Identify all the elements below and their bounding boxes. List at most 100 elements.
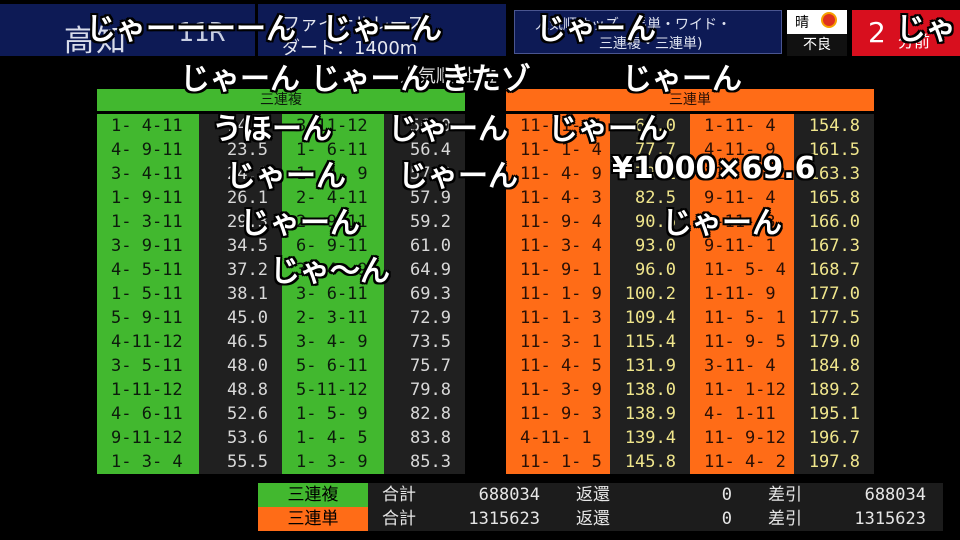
combination-cell: 11- 4- 5	[506, 354, 610, 378]
comment: じゃーん	[548, 112, 668, 147]
footer-diff-label: 差引	[768, 485, 802, 505]
odds-cell: 48.8	[199, 378, 282, 402]
combination-cell: 3- 9-11	[97, 234, 199, 258]
odds-cell: 165.8	[794, 186, 874, 210]
odds-cell: 166.0	[794, 210, 874, 234]
odds-cell: 131.9	[610, 354, 690, 378]
combination-cell: 4- 1-11	[690, 402, 794, 426]
odds-cell: 82.8	[384, 402, 465, 426]
odds-cell: 197.8	[794, 450, 874, 474]
footer-refund-label: 返還	[576, 485, 610, 505]
odds-cell: 83.8	[384, 426, 465, 450]
combination-cell: 11- 4- 9	[506, 162, 610, 186]
combination-cell: 11- 1-12	[690, 378, 794, 402]
comment: じゃ〜ん	[270, 254, 390, 289]
footer-refund-value: 0	[721, 485, 732, 505]
combination-cell: 11- 9- 5	[690, 330, 794, 354]
combination-cell: 1- 5-11	[97, 282, 199, 306]
weather-text: 晴	[795, 15, 809, 31]
combination-cell: 1- 3-11	[97, 210, 199, 234]
footer-refund-label: 返還	[576, 509, 610, 529]
combination-cell: 11- 9- 3	[506, 402, 610, 426]
combination-cell: 4-11- 1	[506, 426, 610, 450]
odds-cell: 100.2	[610, 282, 690, 306]
footer-row-trio: 三連複 合計 688034 返還 0 差引 688034	[258, 483, 943, 507]
comment: じゃーん	[536, 12, 656, 47]
odds-cell: 154.8	[794, 114, 874, 138]
odds-cell: 64.9	[384, 258, 465, 282]
combination-cell: 11- 9- 4	[506, 210, 610, 234]
combination-cell: 3-11- 4	[690, 354, 794, 378]
odds-cell: 53.6	[199, 426, 282, 450]
odds-cell: 55.5	[199, 450, 282, 474]
combination-cell: 1- 4- 5	[282, 426, 384, 450]
odds-cell: 79.8	[384, 378, 465, 402]
combination-cell: 11- 9-12	[690, 426, 794, 450]
combination-cell: 11- 5- 4	[690, 258, 794, 282]
comment: じゃーーーーん	[86, 12, 296, 47]
combination-cell: 5-11-12	[282, 378, 384, 402]
combination-cell: 11- 3- 1	[506, 330, 610, 354]
combination-cell: 1- 3- 4	[97, 450, 199, 474]
odds-cell: 145.8	[610, 450, 690, 474]
combination-cell: 3- 5-11	[97, 354, 199, 378]
footer-refund-value: 0	[721, 509, 732, 529]
combination-cell: 3- 4- 9	[282, 330, 384, 354]
footer-total-value: 1315623	[468, 509, 540, 529]
odds-cell: 195.1	[794, 402, 874, 426]
track-condition: 不良	[787, 34, 847, 56]
combination-cell: 5- 6-11	[282, 354, 384, 378]
footer-total-label: 合計	[382, 509, 416, 529]
odds-cell: 179.0	[794, 330, 874, 354]
combination-cell: 11- 1- 9	[506, 282, 610, 306]
odds-cell: 52.6	[199, 402, 282, 426]
odds-cell: 138.0	[610, 378, 690, 402]
comment: じゃーん	[226, 159, 346, 194]
odds-cell: 177.5	[794, 306, 874, 330]
comment: じゃーん	[398, 159, 518, 194]
combination-cell: 11- 9- 1	[506, 258, 610, 282]
footer-diff-value: 1315623	[854, 509, 926, 529]
odds-cell: 184.8	[794, 354, 874, 378]
comment: うほーん	[212, 112, 332, 147]
odds-cell: 72.9	[384, 306, 465, 330]
combination-cell: 4- 5-11	[97, 258, 199, 282]
combination-cell: 11- 5- 1	[690, 306, 794, 330]
footer-bet-type: 三連複	[258, 483, 368, 507]
combination-cell: 1-11-12	[97, 378, 199, 402]
comment: じゃーん じゃーん きたゾ	[180, 62, 531, 97]
odds-cell: 167.3	[794, 234, 874, 258]
combination-cell: 11- 4- 2	[690, 450, 794, 474]
combination-cell: 4- 6-11	[97, 402, 199, 426]
countdown-minutes: 2	[868, 16, 886, 49]
odds-cell: 59.2	[384, 210, 465, 234]
combination-cell: 11- 4- 3	[506, 186, 610, 210]
odds-cell: 115.4	[610, 330, 690, 354]
sun-icon	[823, 14, 835, 26]
odds-cell: 45.0	[199, 306, 282, 330]
odds-cell: 196.7	[794, 426, 874, 450]
odds-cell: 139.4	[610, 426, 690, 450]
comment: じゃーん	[388, 112, 508, 147]
combination-cell: 1- 3- 9	[282, 450, 384, 474]
odds-cell: 73.5	[384, 330, 465, 354]
footer-total-label: 合計	[382, 485, 416, 505]
combination-cell: 1-11- 4	[690, 114, 794, 138]
combination-cell: 2- 3-11	[282, 306, 384, 330]
footer-diff-value: 688034	[864, 485, 926, 505]
comment: じゃーん	[322, 12, 442, 47]
footer-total-value: 688034	[478, 485, 540, 505]
combination-cell: 11- 1- 5	[506, 450, 610, 474]
odds-cell: 138.9	[610, 402, 690, 426]
combination-cell: 11- 3- 4	[506, 234, 610, 258]
odds-cell: 61.0	[384, 234, 465, 258]
odds-cell: 69.3	[384, 282, 465, 306]
combination-cell: 4- 9-11	[97, 138, 199, 162]
odds-cell: 96.0	[610, 258, 690, 282]
combination-cell: 11- 3- 9	[506, 378, 610, 402]
comment: ¥1000×69.6	[612, 151, 816, 186]
footer-bet-type: 三連単	[258, 507, 368, 531]
odds-cell: 85.3	[384, 450, 465, 474]
combination-cell: 5- 9-11	[97, 306, 199, 330]
combination-cell: 9-11-12	[97, 426, 199, 450]
